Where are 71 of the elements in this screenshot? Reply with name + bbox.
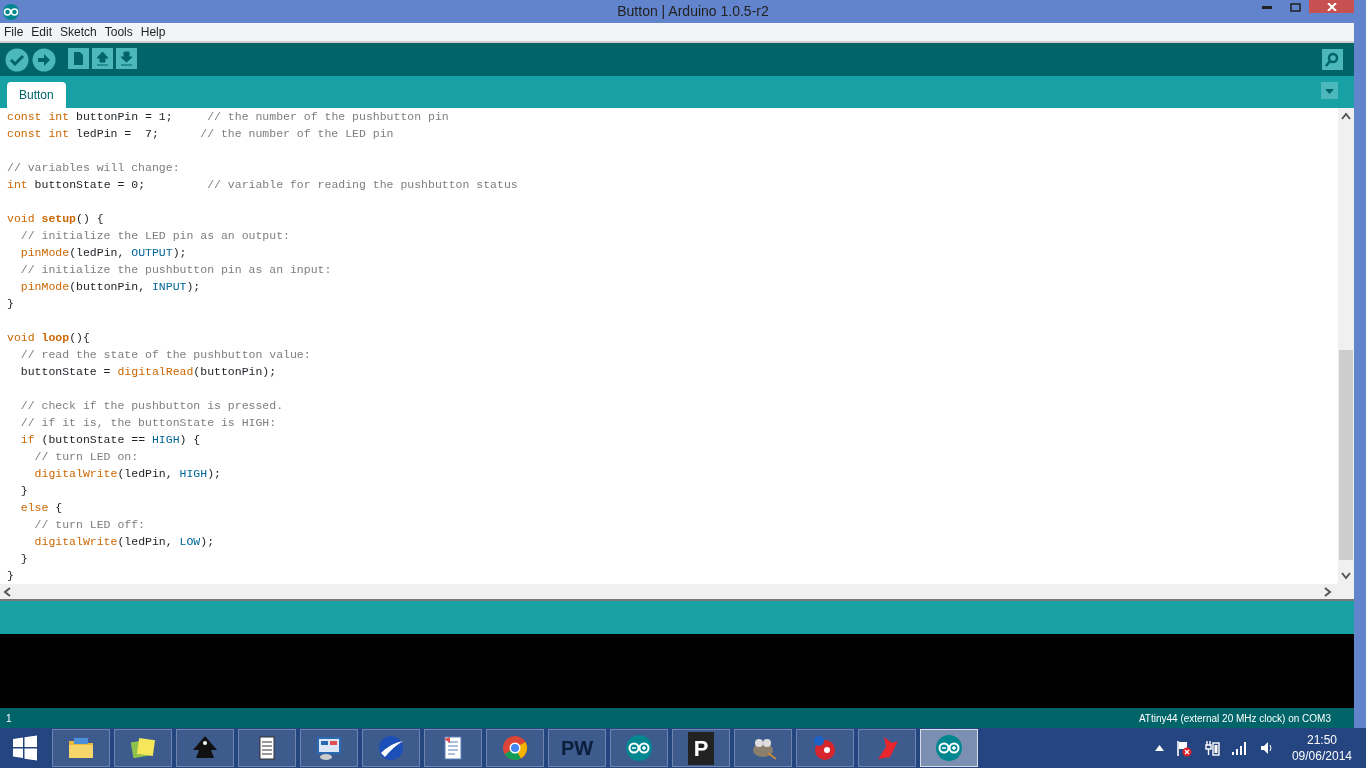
code-line: // if it is, the buttonState is HIGH: bbox=[19, 415, 278, 431]
menu-item[interactable]: Tools bbox=[100, 23, 137, 41]
taskbar-button[interactable] bbox=[52, 729, 110, 767]
taskbar-button[interactable] bbox=[424, 729, 482, 767]
scrollbar-thumb[interactable] bbox=[1339, 350, 1353, 560]
code-line: } bbox=[7, 568, 15, 584]
menu-item[interactable]: Help bbox=[136, 23, 170, 41]
line-number: 1 bbox=[6, 711, 12, 726]
window-title: Button | Arduino 1.0.5-r2 bbox=[617, 2, 769, 21]
code-line: else { bbox=[19, 500, 64, 516]
infinity-logo-icon bbox=[624, 733, 654, 763]
clock[interactable]: 21:50 09/06/2014 bbox=[1291, 732, 1352, 764]
tab-menu-button[interactable] bbox=[1321, 82, 1338, 99]
verify-button[interactable] bbox=[5, 47, 29, 72]
board-info: ATtiny44 (external 20 MHz clock) on COM3 bbox=[1138, 711, 1331, 726]
taskbar-button[interactable] bbox=[734, 729, 792, 767]
menu-item[interactable]: File bbox=[0, 23, 28, 41]
taskbar-button[interactable] bbox=[920, 729, 978, 767]
flag-error-icon[interactable] bbox=[1175, 739, 1192, 757]
code-line: // initialize the LED pin as an output: bbox=[19, 228, 291, 244]
app-logo-icon bbox=[2, 3, 20, 20]
code-line: // turn LED off: bbox=[33, 517, 147, 533]
code-line: // variables will change: bbox=[7, 160, 181, 176]
code-line: } bbox=[19, 551, 29, 567]
speaker-icon[interactable] bbox=[1259, 741, 1274, 755]
sketch-tab[interactable]: Button bbox=[7, 82, 66, 108]
menu-item[interactable]: Edit bbox=[27, 23, 57, 41]
globe-icon bbox=[376, 733, 406, 763]
code-line: int buttonState = 0; // variable for reading the pushbutton status bbox=[7, 177, 519, 193]
taskbar-button[interactable]: P bbox=[672, 729, 730, 767]
open-button[interactable] bbox=[92, 47, 113, 72]
code-line: digitalWrite(ledPin, HIGH); bbox=[33, 466, 222, 482]
serial-monitor-button[interactable] bbox=[1322, 49, 1343, 70]
code-line: void setup() { bbox=[7, 211, 105, 227]
taskbar-button[interactable] bbox=[114, 729, 172, 767]
maximize-icon bbox=[1289, 2, 1301, 12]
show-hidden-icons-icon[interactable] bbox=[1154, 745, 1164, 751]
code-line: if (buttonState == HIGH) { bbox=[19, 432, 202, 448]
taskbar-button[interactable] bbox=[176, 729, 234, 767]
code-line: } bbox=[7, 296, 15, 312]
scroll-up-icon[interactable] bbox=[1341, 112, 1351, 120]
code-line: // check if the pushbutton is pressed. bbox=[19, 398, 285, 414]
browser-icon bbox=[500, 733, 530, 763]
code-line: // read the state of the pushbutton value: bbox=[19, 347, 312, 363]
code-line: buttonState = digitalRead(buttonPin); bbox=[19, 364, 278, 380]
taskbar-button[interactable] bbox=[362, 729, 420, 767]
code-line: const int buttonPin = 1; // the number of the pushbutton pin bbox=[7, 109, 450, 125]
code-line: // turn LED on: bbox=[33, 449, 140, 465]
minimize-icon bbox=[1262, 5, 1272, 9]
code-line: digitalWrite(ledPin, LOW); bbox=[33, 534, 216, 550]
code-line: pinMode(buttonPin, INPUT); bbox=[19, 279, 202, 295]
save-button[interactable] bbox=[116, 47, 137, 72]
signal-icon[interactable] bbox=[1231, 741, 1248, 755]
infinity-logo-icon bbox=[934, 733, 964, 763]
taskbar-button[interactable] bbox=[238, 729, 296, 767]
taskbar-button[interactable] bbox=[300, 729, 358, 767]
close-icon bbox=[1326, 2, 1337, 11]
battery-icon[interactable] bbox=[1203, 740, 1220, 756]
code-line: const int ledPin = 7; // the number of the LED pin bbox=[7, 126, 395, 142]
taskbar-button[interactable] bbox=[610, 729, 668, 767]
code-line: } bbox=[19, 483, 29, 499]
code-line: // initialize the pushbutton pin as an input: bbox=[19, 262, 333, 278]
code-line: pinMode(ledPin, OUTPUT); bbox=[19, 245, 188, 261]
code-line: void loop(){ bbox=[7, 330, 91, 346]
scroll-left-icon[interactable] bbox=[3, 586, 11, 597]
close-button[interactable] bbox=[1309, 0, 1354, 13]
upload-button[interactable] bbox=[32, 47, 56, 72]
scroll-right-icon[interactable] bbox=[1324, 586, 1332, 597]
menu-item[interactable]: Sketch bbox=[56, 23, 101, 41]
scroll-down-icon[interactable] bbox=[1341, 572, 1351, 580]
new-button[interactable] bbox=[68, 47, 89, 72]
